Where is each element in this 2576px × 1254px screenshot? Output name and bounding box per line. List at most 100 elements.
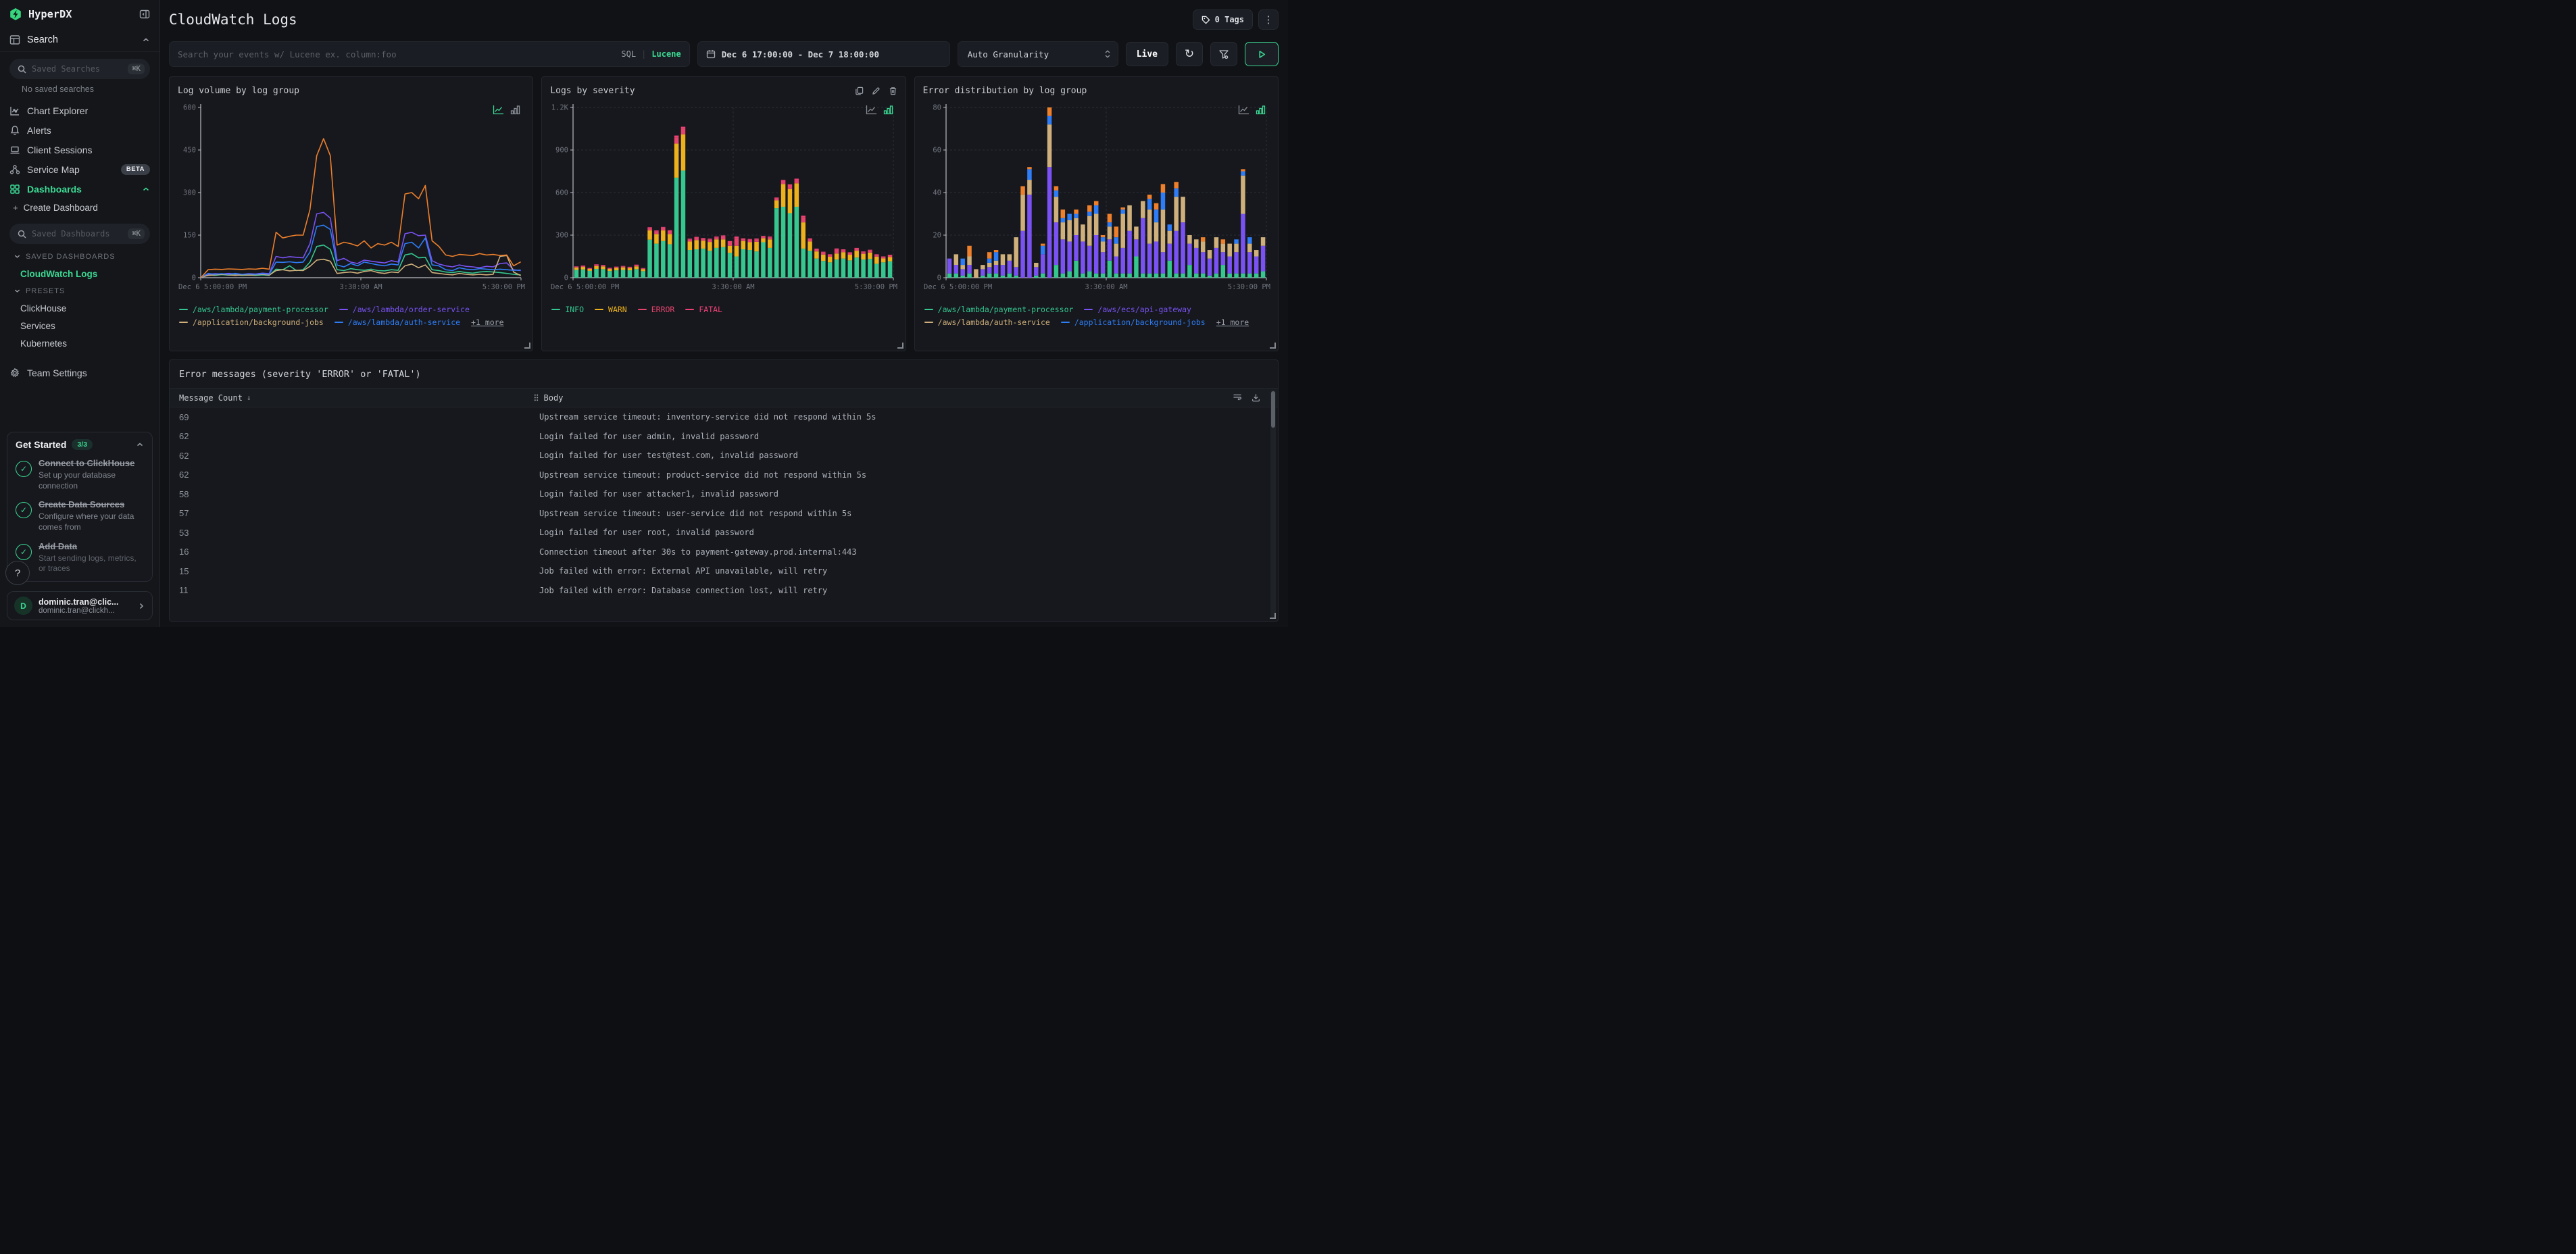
bar-segment[interactable] bbox=[881, 257, 886, 259]
bar-segment[interactable] bbox=[601, 265, 606, 266]
bar-segment[interactable] bbox=[728, 245, 733, 253]
bar-segment[interactable] bbox=[1007, 273, 1012, 278]
bar-segment[interactable] bbox=[621, 267, 626, 270]
bar-segment[interactable] bbox=[814, 251, 820, 259]
bar-segment[interactable] bbox=[1026, 169, 1032, 180]
bar-segment[interactable] bbox=[1020, 230, 1025, 278]
bar-segment[interactable] bbox=[1067, 271, 1072, 278]
bar-segment[interactable] bbox=[828, 256, 833, 263]
bar-segment[interactable] bbox=[1026, 167, 1032, 170]
bar-segment[interactable] bbox=[761, 238, 766, 243]
bar-segment[interactable] bbox=[1220, 252, 1225, 266]
bar-segment[interactable] bbox=[1040, 245, 1045, 255]
bar-segment[interactable] bbox=[674, 177, 679, 278]
sidebar-item-client-sessions[interactable]: Client Sessions bbox=[0, 140, 159, 159]
bar-segment[interactable] bbox=[574, 266, 579, 268]
bar-segment[interactable] bbox=[1167, 224, 1172, 231]
bar-segment[interactable] bbox=[821, 252, 826, 255]
bar-segment[interactable] bbox=[861, 251, 866, 253]
bar-segment[interactable] bbox=[768, 239, 772, 248]
bar-segment[interactable] bbox=[841, 252, 846, 259]
legend-item[interactable]: /aws/ecs/api-gateway bbox=[1084, 305, 1191, 314]
bar-segment[interactable] bbox=[980, 269, 985, 276]
bar-segment[interactable] bbox=[1200, 252, 1206, 274]
collapse-sidebar-icon[interactable] bbox=[139, 9, 150, 20]
bar-segment[interactable] bbox=[728, 242, 733, 246]
bar-segment[interactable] bbox=[1080, 241, 1085, 274]
bar-segment[interactable] bbox=[960, 269, 965, 276]
bar-segment[interactable] bbox=[574, 270, 579, 278]
bar-segment[interactable] bbox=[1140, 218, 1145, 274]
bar-segment[interactable] bbox=[821, 251, 826, 253]
bar-segment[interactable] bbox=[1140, 273, 1145, 278]
bar-segment[interactable] bbox=[601, 269, 606, 278]
bar-segment[interactable] bbox=[1147, 243, 1152, 274]
bar-segment[interactable] bbox=[1014, 237, 1018, 268]
panel-resize-handle[interactable] bbox=[1269, 343, 1276, 349]
bar-segment[interactable] bbox=[735, 238, 739, 246]
bar-segment[interactable] bbox=[1073, 235, 1079, 261]
bar-segment[interactable] bbox=[668, 230, 672, 234]
bar-segment[interactable] bbox=[1060, 209, 1065, 218]
bar-segment[interactable] bbox=[1033, 275, 1039, 278]
legend-item[interactable]: INFO bbox=[551, 305, 584, 314]
bar-segment[interactable] bbox=[1247, 273, 1252, 278]
bar-segment[interactable] bbox=[1133, 226, 1139, 240]
bar-segment[interactable] bbox=[781, 180, 786, 184]
bar-segment[interactable] bbox=[614, 267, 619, 268]
bar-segment[interactable] bbox=[1014, 275, 1018, 278]
bar-segment[interactable] bbox=[781, 184, 786, 207]
bar-segment[interactable] bbox=[874, 264, 879, 278]
download-icon[interactable] bbox=[1252, 393, 1260, 402]
tags-button[interactable]: 0 Tags bbox=[1192, 9, 1253, 30]
bar-segment[interactable] bbox=[1093, 235, 1099, 274]
bar-segment[interactable] bbox=[580, 267, 586, 270]
bar-segment[interactable] bbox=[881, 258, 886, 263]
bar-segment[interactable] bbox=[1114, 243, 1118, 257]
bar-segment[interactable] bbox=[1120, 247, 1125, 274]
bar-segment[interactable] bbox=[1026, 180, 1032, 195]
bar-segment[interactable] bbox=[574, 266, 579, 267]
bar-segment[interactable] bbox=[634, 265, 639, 267]
bar-segment[interactable] bbox=[888, 257, 893, 261]
bar-segment[interactable] bbox=[960, 265, 965, 270]
bar-segment[interactable] bbox=[1187, 265, 1192, 278]
bar-segment[interactable] bbox=[1233, 252, 1239, 274]
bar-segment[interactable] bbox=[888, 261, 893, 278]
bar-segment[interactable] bbox=[1154, 209, 1158, 223]
bar-segment[interactable] bbox=[694, 237, 699, 241]
bar-segment[interactable] bbox=[694, 236, 699, 238]
line-view-toggle[interactable] bbox=[493, 105, 504, 118]
line-view-toggle[interactable] bbox=[866, 105, 877, 118]
live-button[interactable]: Live bbox=[1125, 42, 1168, 66]
legend-item[interactable]: /application/background-jobs bbox=[179, 318, 324, 327]
bar-segment[interactable] bbox=[1087, 216, 1092, 246]
bar-segment[interactable] bbox=[801, 217, 806, 223]
bar-segment[interactable] bbox=[608, 268, 612, 272]
bar-segment[interactable] bbox=[1207, 275, 1212, 278]
bar-segment[interactable] bbox=[774, 197, 779, 199]
bar-segment[interactable] bbox=[1120, 273, 1125, 278]
bar-segment[interactable] bbox=[1000, 254, 1005, 266]
bar-segment[interactable] bbox=[1087, 211, 1092, 216]
bar-segment[interactable] bbox=[841, 249, 846, 251]
bar-segment[interactable] bbox=[1240, 175, 1245, 214]
table-row[interactable]: 62 Login failed for user test@test.com, i… bbox=[170, 446, 1278, 466]
bar-segment[interactable] bbox=[1154, 241, 1158, 274]
bar-segment[interactable] bbox=[1067, 241, 1072, 272]
bar-segment[interactable] bbox=[1174, 197, 1179, 231]
bar-segment[interactable] bbox=[1160, 252, 1165, 274]
sql-toggle[interactable]: SQL bbox=[621, 49, 636, 59]
bar-segment[interactable] bbox=[634, 264, 639, 266]
bar-segment[interactable] bbox=[1040, 243, 1045, 246]
bar-segment[interactable] bbox=[1247, 252, 1252, 274]
bar-segment[interactable] bbox=[841, 250, 846, 253]
bar-segment[interactable] bbox=[661, 241, 666, 278]
bar-segment[interactable] bbox=[1200, 241, 1206, 253]
bar-segment[interactable] bbox=[828, 254, 833, 255]
bar-segment[interactable] bbox=[966, 265, 972, 274]
bar-segment[interactable] bbox=[1054, 190, 1058, 197]
bar-segment[interactable] bbox=[1007, 254, 1012, 261]
bar-segment[interactable] bbox=[641, 269, 646, 272]
bar-segment[interactable] bbox=[1214, 237, 1218, 248]
